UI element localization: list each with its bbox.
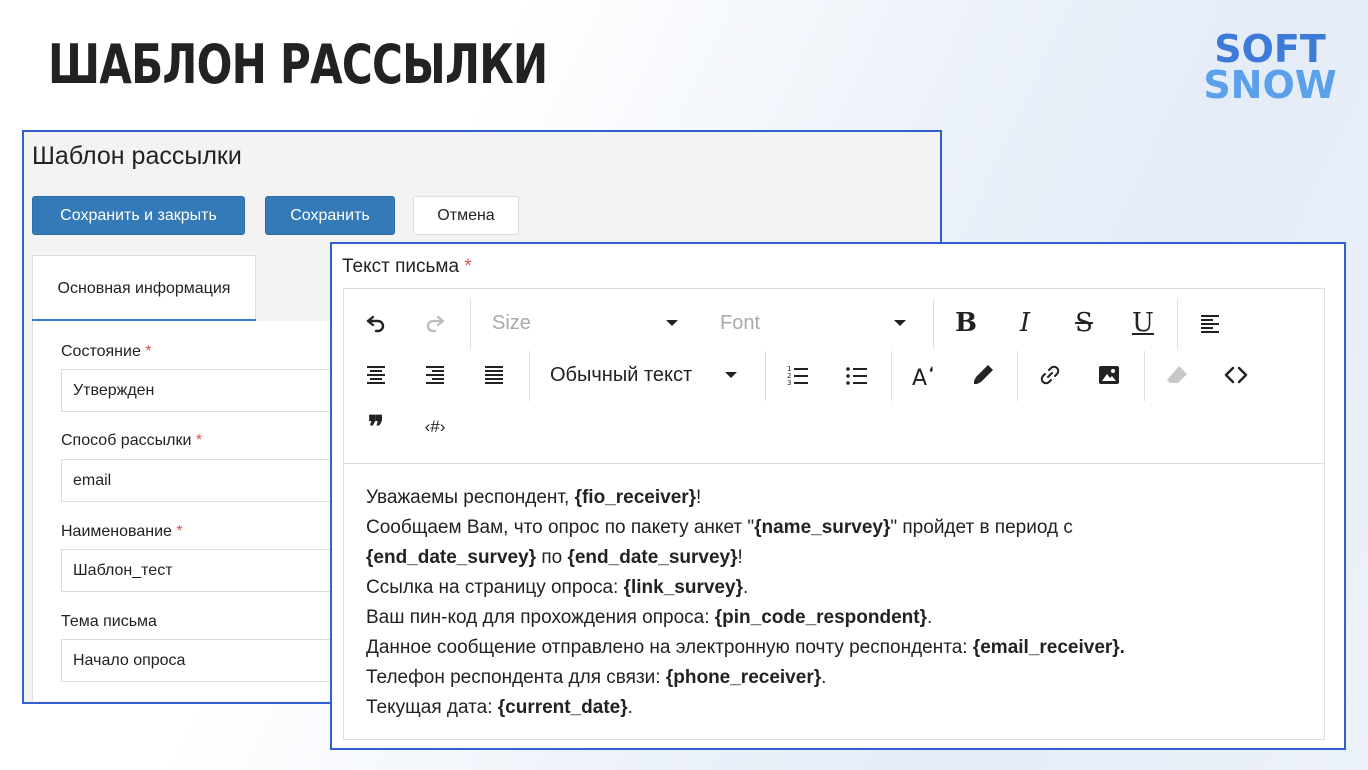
toolbar-separator	[1177, 299, 1178, 349]
name-field[interactable]: Шаблон_тест	[61, 549, 351, 592]
align-justify-icon[interactable]	[476, 357, 512, 393]
align-center-icon[interactable]	[358, 357, 394, 393]
toolbar-separator	[765, 351, 766, 401]
chevron-down-icon	[725, 372, 737, 378]
underline-button[interactable]: U	[1125, 305, 1161, 341]
bold-button[interactable]: B	[948, 305, 984, 341]
svg-text:A: A	[912, 366, 927, 387]
email-text-label: Текст письма *	[342, 256, 472, 277]
strikethrough-button[interactable]: S	[1066, 305, 1102, 341]
blockquote-icon[interactable]: ❞	[358, 409, 394, 445]
subject-label: Тема письма	[61, 613, 157, 630]
tab-main-info[interactable]: Основная информация	[32, 255, 256, 321]
link-icon[interactable]	[1032, 357, 1068, 393]
toolbar-separator	[1017, 351, 1018, 401]
toolbar-separator	[1144, 351, 1145, 401]
content-line-2: Сообщаем Вам, что опрос по пакету анкет …	[366, 517, 1073, 538]
align-left-icon[interactable]	[1192, 305, 1228, 341]
state-field[interactable]: Утвержден	[61, 369, 351, 412]
toolbar-separator	[933, 299, 934, 349]
ordered-list-icon[interactable]: 123	[780, 357, 816, 393]
italic-button[interactable]: I	[1007, 305, 1043, 341]
slide-title: ШАБЛОН РАССЫЛКИ	[48, 33, 548, 96]
font-size-select[interactable]: Size	[492, 305, 682, 341]
editor-toolbar: Size Font B I S U Обычный текст 1 2 3 A …	[344, 289, 1324, 464]
state-label: Состояние *	[61, 343, 152, 360]
bulleted-list-icon[interactable]	[839, 357, 875, 393]
save-and-close-button[interactable]: Сохранить и закрыть	[32, 196, 245, 235]
logo-line2: SNOW	[1204, 63, 1336, 102]
text-color-icon[interactable]: A	[906, 357, 942, 393]
svg-text:3: 3	[787, 379, 791, 387]
toolbar-separator	[529, 351, 530, 401]
content-line-1: Уважаемы респондент, {fio_receiver}!	[366, 487, 702, 508]
toolbar-separator	[891, 351, 892, 401]
content-line-3: {end_date_survey} по {end_date_survey}!	[366, 547, 743, 568]
chevron-down-icon	[894, 320, 906, 326]
save-button[interactable]: Сохранить	[265, 196, 395, 235]
subject-field[interactable]: Начало опроса	[61, 639, 351, 682]
chevron-down-icon	[666, 320, 678, 326]
font-family-select[interactable]: Font	[720, 305, 910, 341]
form-title: Шаблон рассылки	[32, 142, 242, 170]
code-view-icon[interactable]	[1218, 357, 1254, 393]
insert-tag-icon[interactable]: ‹#›	[417, 409, 453, 445]
delivery-method-field[interactable]: email	[61, 459, 351, 502]
redo-icon[interactable]	[417, 305, 453, 341]
softsnow-logo: SOFT SNOW	[1204, 28, 1336, 102]
content-line-7: Телефон респондента для связи: {phone_re…	[366, 667, 827, 688]
email-body-window: Текст письма * Size Font B I S U Обычный…	[330, 242, 1346, 750]
delivery-method-label: Способ рассылки *	[61, 432, 203, 449]
cancel-button[interactable]: Отмена	[413, 196, 519, 235]
paragraph-style-select[interactable]: Обычный текст	[550, 357, 750, 393]
editor-content[interactable]: Уважаемы респондент, {fio_receiver}! Соо…	[366, 483, 1125, 723]
highlight-pen-icon[interactable]	[965, 357, 1001, 393]
eraser-icon[interactable]	[1159, 357, 1195, 393]
image-icon[interactable]	[1091, 357, 1127, 393]
toolbar-separator	[470, 299, 471, 349]
content-line-6: Данное сообщение отправлено на электронн…	[366, 637, 1125, 658]
undo-icon[interactable]	[358, 305, 394, 341]
content-line-4: Ссылка на страницу опроса: {link_survey}…	[366, 577, 749, 598]
rich-text-editor: Size Font B I S U Обычный текст 1 2 3 A …	[343, 288, 1325, 740]
content-line-5: Ваш пин-код для прохождения опроса: {pin…	[366, 607, 933, 628]
name-label: Наименование *	[61, 523, 183, 540]
form-body: Состояние * Утвержден Способ рассылки * …	[32, 321, 351, 701]
content-line-8: Текущая дата: {current_date}.	[366, 697, 633, 718]
align-right-icon[interactable]	[417, 357, 453, 393]
